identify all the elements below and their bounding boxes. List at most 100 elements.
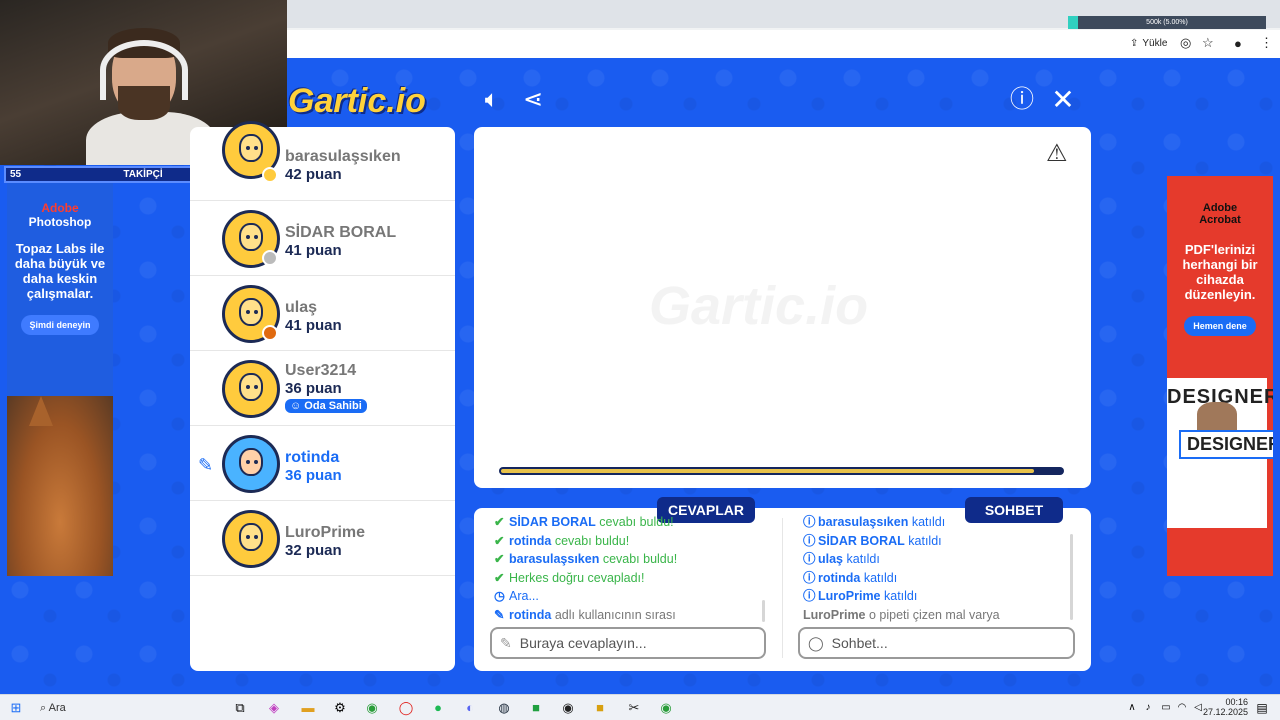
player-status-dot [262,250,278,266]
browser-menu-icon[interactable]: ⋮ [1260,33,1273,53]
pencil-icon: ✎ [500,634,512,651]
ad-left-brand-top: Adobe [41,201,79,215]
chat-scrollbar[interactable] [1070,534,1073,620]
canvas-watermark: Gartic.io [649,276,869,336]
drawing-canvas[interactable]: ⚠ Gartic.io [474,127,1091,488]
clock-icon: ◷ [494,589,505,604]
ad-right-cta-button[interactable]: Hemen dene [1184,316,1256,336]
message-row: ⓘ SİDAR BORAL katıldı [803,532,1065,551]
obs-icon[interactable]: ◉ [558,698,578,718]
eye-off-icon[interactable]: ◎ [1180,33,1191,53]
chat-input[interactable]: ◯ Sohbet... [798,627,1075,659]
chrome-icon-2[interactable]: ◉ [656,698,676,718]
player-points: 36 puan [285,467,342,484]
message-row: ⓘ barasulaşsıken katıldı [803,513,1065,532]
answer-input[interactable]: ✎ Buraya cevaplayın... [490,627,766,659]
chrome-icon[interactable]: ◉ [362,698,382,718]
profile-avatar-icon[interactable]: ● [1234,33,1242,53]
message-username: SİDAR BORAL [509,515,596,529]
upload-icon: ⇪ [1130,37,1139,49]
check-icon: ✔ [494,533,505,548]
ad-right[interactable]: Adobe Acrobat PDF'lerinizi herhangi bir … [1167,176,1273,576]
player-row[interactable]: LuroPrime 32 puan [190,502,455,576]
player-points: 41 puan [285,242,342,259]
message-text: katıldı [904,533,942,548]
player-points: 42 puan [285,166,342,183]
rockstar-icon[interactable]: ■ [590,698,610,718]
speaker-icon[interactable]: 🔈︎ [478,86,506,114]
message-username: rotinda [509,533,552,548]
ad-left[interactable]: Adobe Photoshop Topaz Labs ile daha büyü… [7,183,113,576]
task-view-icon[interactable]: ⧉ [230,698,250,718]
cat-ear [29,396,53,426]
opera-icon[interactable]: ◯ [396,698,416,718]
search-icon: ⌕ [40,702,49,714]
info-icon[interactable]: ⓘ [1008,86,1036,114]
player-avatar [222,360,280,418]
app-icon[interactable]: ■ [526,698,546,718]
message-row: ⓘ ulaş katıldı [803,550,1065,569]
ad-right-brand: Adobe Acrobat [1167,202,1273,226]
player-points: 41 puan [285,317,342,334]
player-row[interactable]: ✎ rotinda 36 puan [190,427,455,501]
player-name: User3214 [285,362,357,379]
ad-right-message: PDF'lerinizi herhangi bir cihazda düzenl… [1182,242,1258,302]
ad-right-brand-top: Adobe [1202,202,1238,214]
message-text: cevabı buldu! [595,515,674,529]
message-row: ✔ Herkes doğru cevapladı! [494,569,759,588]
message-username: barasulaşsıken [818,515,909,529]
message-username: SİDAR BORAL [818,533,905,548]
upload-label: Yükle [1142,37,1168,49]
spotify-icon[interactable]: ● [428,698,448,718]
copilot-icon[interactable]: ◈ [264,698,284,718]
message-username: LuroPrime [803,607,866,622]
answers-scrollbar[interactable] [762,600,765,622]
upload-button[interactable]: ⇪ Yükle [1130,33,1167,53]
file-explorer-icon[interactable]: ▬ [298,698,318,718]
player-name: ulaş [285,299,318,316]
player-row[interactable]: ulaş 41 puan [190,277,455,351]
start-menu-icon[interactable]: ⊞ [6,698,26,718]
message-row: ◷ Ara... [494,587,759,606]
owner-icon: ☺ [290,400,305,412]
player-status-dot [262,325,278,341]
answers-message-list: ✔ SİDAR BORAL cevabı buldu! ✔ rotinda cevab… [494,513,759,623]
windows-taskbar: ⊞ ⌕ Ara ⧉ ◈ ▬ ⚙ ◉ ◯ ● ◐ ◍ ■ ◉ ■ ✂ ◉ ∧ ♪ … [0,694,1280,720]
taskbar-clock[interactable]: 00:16 27.12.2025 [1203,697,1248,717]
message-text: katıldı [908,515,946,529]
info-icon: ⓘ [803,533,816,548]
message-row: ⓘ rotinda katıldı [803,569,1065,588]
close-icon[interactable]: ✕ [1049,86,1077,114]
players-panel: barasulaşsıken 42 puan SİDAR BORAL 41 pu… [190,121,455,671]
player-row[interactable]: SİDAR BORAL 41 puan [190,202,455,276]
share-icon[interactable]: ⋖ [519,86,547,114]
chat-input-placeholder: Sohbet... [831,635,888,651]
ad-left-message: Topaz Labs ile daha büyük ve daha keskin… [14,241,106,301]
discord-icon[interactable]: ◐ [460,698,480,718]
message-username: barasulaşsıken [509,552,600,567]
gartic-logo[interactable]: Gartic.io [288,82,426,121]
ad-left-brand-bottom: Photoshop [28,215,92,229]
room-owner-badge: ☺ Oda Sahibi [285,399,367,413]
player-row[interactable]: barasulaşsıken 42 puan [190,121,455,201]
microphone-icon[interactable]: ♪ [1138,698,1158,718]
settings-gear-icon[interactable]: ⚙ [330,698,350,718]
steam-icon[interactable]: ◍ [494,698,514,718]
webcam-headset [100,40,188,100]
player-name: rotinda [285,449,340,466]
message-username: LuroPrime [818,589,881,604]
player-points: 36 puan [285,380,342,397]
download-progress-text: 500k (5.00%) [1146,19,1188,26]
message-row: ✔ SİDAR BORAL cevabı buldu! [494,513,759,532]
notifications-icon[interactable]: ▤ [1252,698,1272,718]
ad-left-cta-button[interactable]: Şimdi deneyin [21,315,99,335]
bookmark-star-icon[interactable]: ☆ [1202,33,1214,53]
taskbar-search[interactable]: ⌕ Ara [32,698,222,718]
capcut-icon[interactable]: ✂ [624,698,644,718]
round-timer-fill [501,469,1034,473]
ad-right-brand-bottom: Acrobat [1199,214,1241,226]
message-text: cevabı buldu! [599,552,678,567]
report-warning-icon[interactable]: ⚠ [1046,139,1068,168]
clock-time: 00:16 [1225,697,1248,707]
player-row[interactable]: User3214 36 puan ☺ Oda Sahibi [190,352,455,426]
